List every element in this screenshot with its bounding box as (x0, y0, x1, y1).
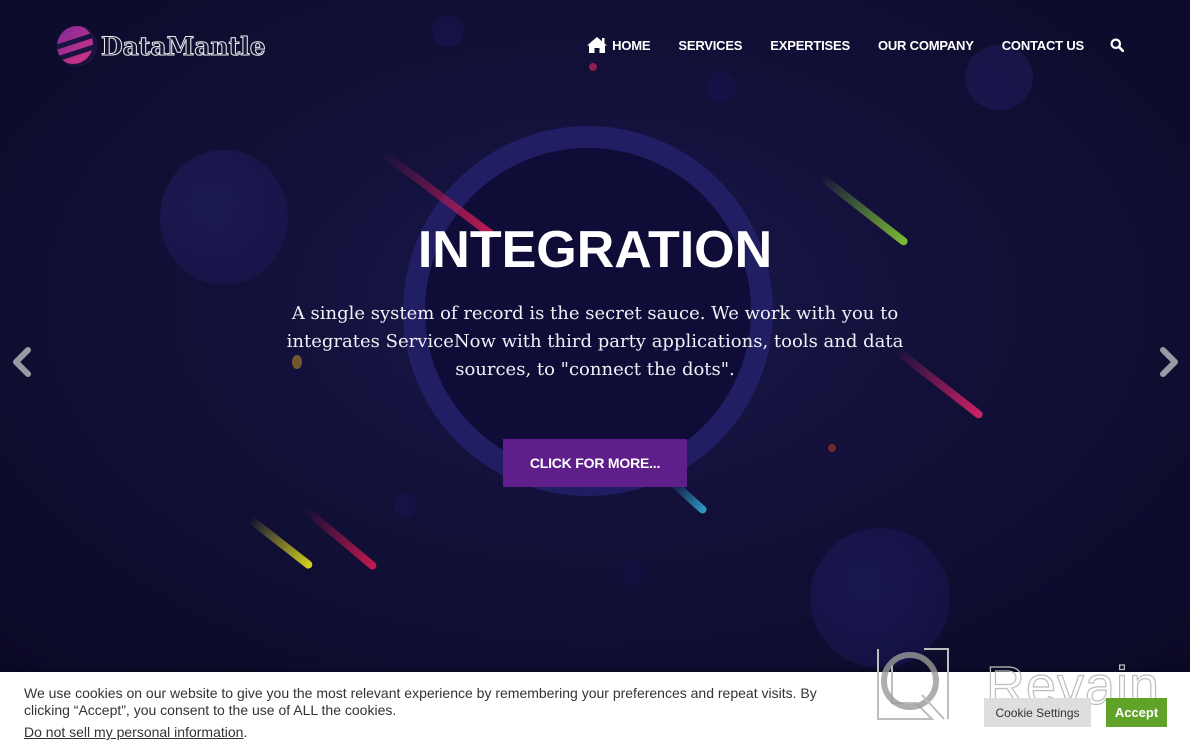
nav-item-services[interactable]: SERVICES (678, 38, 742, 53)
nav-item-contact-us[interactable]: CONTACT US (1002, 38, 1084, 53)
decor-circle (393, 493, 417, 517)
do-not-sell-link[interactable]: Do not sell my personal information (24, 724, 243, 740)
hero-title: INTEGRATION (417, 221, 773, 279)
cookie-settings-button[interactable]: Cookie Settings (984, 698, 1091, 727)
click-for-more-button[interactable]: CLICK FOR MORE... (503, 439, 687, 487)
cookie-link-row: Do not sell my personal information. (24, 724, 247, 740)
decor-circle (706, 72, 736, 102)
main-nav: HOME SERVICES EXPERTISES OUR COMPANY CON… (586, 36, 1124, 54)
nav-item-label: HOME (612, 37, 651, 53)
home-icon (587, 37, 608, 53)
nav-item-our-company[interactable]: OUR COMPANY (878, 38, 974, 53)
hero-slider: DataMantle HOME SERVICES EXPERTISES OUR … (0, 0, 1190, 672)
decor-circle (810, 528, 950, 668)
cookie-message: We use cookies on our website to give yo… (24, 685, 817, 718)
decor-streak (247, 515, 314, 571)
chevron-right-icon[interactable] (1156, 345, 1182, 379)
nav-item-expertises[interactable]: EXPERTISES (770, 38, 850, 53)
decor-circle (620, 560, 646, 586)
chevron-left-icon[interactable] (9, 345, 35, 379)
search-icon[interactable] (1110, 38, 1124, 52)
hero-content: INTEGRATION A single system of record is… (0, 220, 1190, 384)
decor-circle (965, 45, 1033, 110)
nav-item-label: OUR COMPANY (877, 37, 974, 53)
decor-dot (828, 444, 836, 452)
hero-subtitle: A single system of record is the secret … (286, 303, 904, 380)
link-suffix: . (243, 724, 248, 740)
logo-text: DataMantle (101, 31, 267, 61)
site-logo[interactable]: DataMantle (57, 26, 266, 66)
decor-circle (432, 15, 464, 47)
nav-item-label: SERVICES (678, 37, 743, 53)
decor-streak (302, 505, 379, 572)
nav-item-label: CONTACT US (1001, 37, 1084, 53)
accept-button[interactable]: Accept (1106, 698, 1167, 727)
nav-item-label: EXPERTISES (770, 37, 850, 53)
logo-globe-icon (57, 26, 97, 66)
nav-item-home[interactable]: HOME (586, 36, 651, 54)
decor-dot (589, 63, 597, 71)
